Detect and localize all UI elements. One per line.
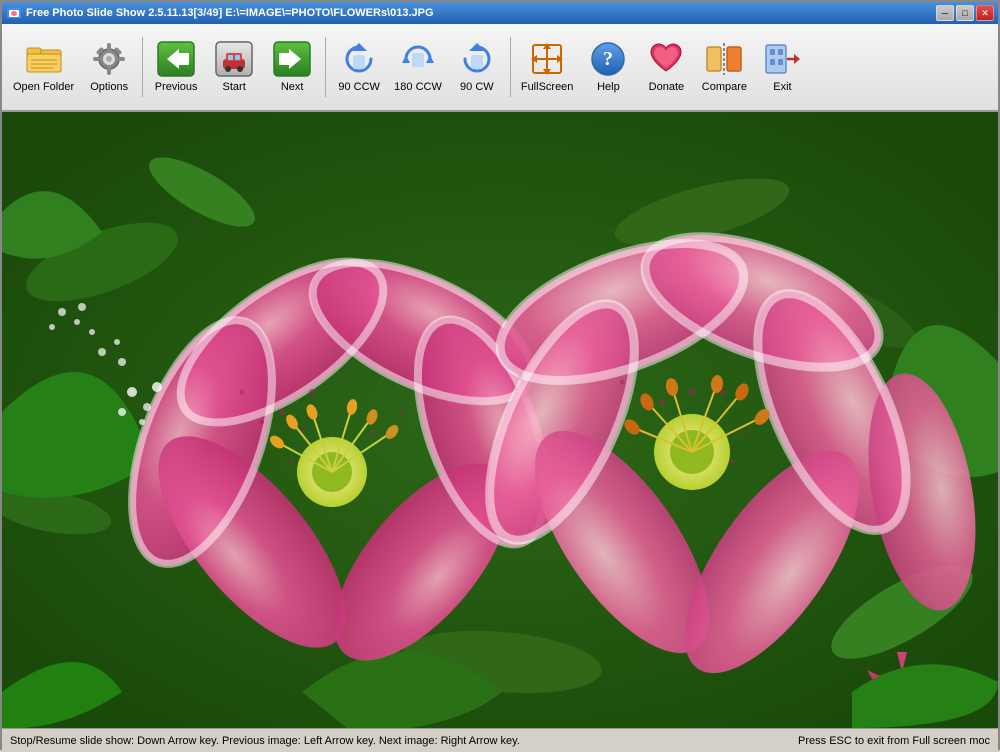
options-label: Options: [90, 81, 128, 94]
rotate-90cw-label: 90 CW: [460, 81, 494, 94]
exit-button[interactable]: Exit: [754, 29, 810, 105]
fullscreen-icon: [527, 39, 567, 79]
arrow-left-icon: [156, 39, 196, 79]
start-icon: [214, 39, 254, 79]
arrow-right-icon: [272, 39, 312, 79]
status-left: Stop/Resume slide show: Down Arrow key. …: [10, 735, 520, 747]
sep-3: [510, 37, 511, 97]
maximize-button[interactable]: □: [956, 5, 974, 21]
compare-icon: [704, 39, 744, 79]
rotate-ccw-icon: [339, 39, 379, 79]
fullscreen-label: FullScreen: [521, 81, 574, 94]
open-folder-button[interactable]: Open Folder: [8, 29, 79, 105]
minimize-button[interactable]: ─: [936, 5, 954, 21]
rotate-90ccw-label: 90 CCW: [338, 81, 380, 94]
title-bar-left: Free Photo Slide Show 2.5.11.13[3/49] E:…: [6, 5, 434, 21]
fullscreen-button[interactable]: FullScreen: [516, 29, 579, 105]
help-icon: ?: [588, 39, 628, 79]
donate-button[interactable]: Donate: [638, 29, 694, 105]
start-label: Start: [223, 81, 246, 94]
folder-open-icon: [24, 39, 64, 79]
sep-2: [325, 37, 326, 97]
help-label: Help: [597, 81, 620, 94]
next-button[interactable]: Next: [264, 29, 320, 105]
flower-image: [2, 112, 998, 728]
options-icon: [89, 39, 129, 79]
rotate-180ccw-button[interactable]: 180 CCW: [389, 29, 447, 105]
compare-label: Compare: [702, 81, 747, 94]
rotate-180ccw-label: 180 CCW: [394, 81, 442, 94]
exit-icon: [762, 39, 802, 79]
app-icon: [6, 5, 22, 21]
help-button[interactable]: ? Help: [580, 29, 636, 105]
rotate-90ccw-button[interactable]: 90 CCW: [331, 29, 387, 105]
options-button[interactable]: Options: [81, 29, 137, 105]
previous-button[interactable]: Previous: [148, 29, 204, 105]
next-label: Next: [281, 81, 304, 94]
compare-button[interactable]: Compare: [696, 29, 752, 105]
title-bar-controls: ─ □ ✕: [936, 5, 994, 21]
rotate-cw-icon: [457, 39, 497, 79]
sep-1: [142, 37, 143, 97]
previous-label: Previous: [155, 81, 198, 94]
title-bar: Free Photo Slide Show 2.5.11.13[3/49] E:…: [2, 2, 998, 24]
title-text: Free Photo Slide Show 2.5.11.13[3/49] E:…: [26, 7, 434, 19]
image-area: [2, 112, 998, 728]
toolbar: Open Folder Options: [2, 24, 998, 112]
rotate-180-icon: [398, 39, 438, 79]
close-button[interactable]: ✕: [976, 5, 994, 21]
open-folder-label: Open Folder: [13, 81, 74, 94]
status-bar: Stop/Resume slide show: Down Arrow key. …: [2, 728, 998, 752]
status-right: Press ESC to exit from Full screen moc: [798, 735, 990, 747]
rotate-90cw-button[interactable]: 90 CW: [449, 29, 505, 105]
start-button[interactable]: Start: [206, 29, 262, 105]
svg-text:?: ?: [603, 48, 613, 70]
heart-icon: [646, 39, 686, 79]
donate-label: Donate: [649, 81, 684, 94]
exit-label: Exit: [773, 81, 791, 94]
